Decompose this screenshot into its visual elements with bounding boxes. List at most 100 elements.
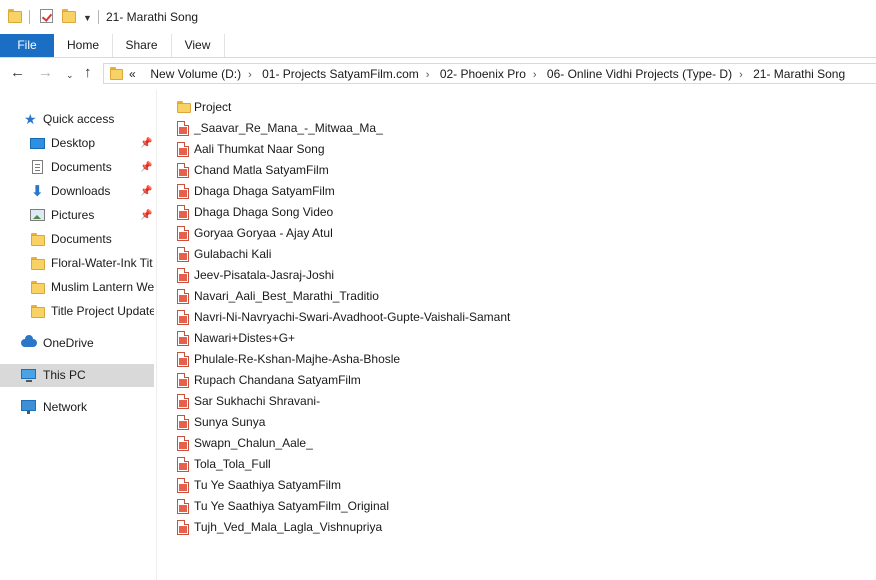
sidebar-item-this-pc[interactable]: This PC bbox=[0, 364, 154, 387]
breadcrumb-phoenix-pro[interactable]: 02- Phoenix Pro bbox=[440, 67, 526, 81]
sidebar-item-downloads[interactable]: ⬇ Downloads 📌 bbox=[0, 180, 154, 203]
sidebar-item-documents[interactable]: Documents 📌 bbox=[0, 156, 154, 179]
file-name: Tujh_Ved_Mala_Lagla_Vishnupriya bbox=[194, 520, 383, 534]
sidebar-item-title-project-update[interactable]: Title Project Update bbox=[0, 300, 154, 323]
sidebar-item-muslim-lantern[interactable]: Muslim Lantern We bbox=[0, 276, 154, 299]
file-name: Navri-Ni-Navryachi-Swari-Avadhoot-Gupte-… bbox=[194, 310, 511, 324]
breadcrumb-chevron-icon[interactable]: › bbox=[419, 69, 437, 81]
sidebar-item-desktop[interactable]: Desktop 📌 bbox=[0, 132, 154, 155]
address-bar[interactable]: « New Volume (D:) › 01- Projects SatyamFi… bbox=[103, 63, 876, 84]
downloads-icon: ⬇ bbox=[31, 183, 44, 200]
pdf-file-icon bbox=[177, 352, 189, 367]
sidebar-item-label: OneDrive bbox=[43, 336, 94, 350]
navigation-bar: ← → ⌄ ↑ « New Volume (D:) › 01- Projects … bbox=[0, 58, 876, 90]
customize-toolbar-arrow-icon[interactable]: ▼ bbox=[83, 13, 92, 23]
window-title: 21- Marathi Song bbox=[106, 10, 199, 24]
folder-icon bbox=[31, 281, 45, 294]
pictures-icon bbox=[30, 209, 45, 221]
pdf-file-icon bbox=[177, 310, 189, 325]
pdf-file-icon bbox=[177, 163, 189, 178]
sidebar-item-network[interactable]: Network bbox=[0, 396, 154, 419]
pin-icon[interactable]: 📌 bbox=[140, 156, 152, 179]
breadcrumb-chevron-icon[interactable]: › bbox=[526, 69, 544, 81]
sidebar-item-label: Documents bbox=[51, 232, 112, 246]
sidebar-item-label: This PC bbox=[43, 368, 86, 382]
network-icon bbox=[21, 400, 36, 414]
breadcrumb-overflow[interactable]: « bbox=[129, 67, 136, 81]
file-name: Sunya Sunya bbox=[194, 415, 266, 429]
sidebar-item-floral-water-ink[interactable]: Floral-Water-Ink Tit bbox=[0, 252, 154, 275]
up-arrow-icon[interactable]: ↑ bbox=[84, 65, 92, 81]
file-name: Navari_Aali_Best_Marathi_Traditio bbox=[194, 289, 379, 303]
sidebar-item-label: Desktop bbox=[51, 136, 96, 150]
breadcrumb-current-folder[interactable]: 21- Marathi Song bbox=[753, 67, 845, 81]
sidebar-item-onedrive[interactable]: OneDrive bbox=[0, 332, 154, 355]
pdf-file-icon bbox=[177, 415, 189, 430]
ribbon-tabs: File Home Share View bbox=[0, 34, 876, 58]
recent-locations-chevron-icon[interactable]: ⌄ bbox=[66, 67, 74, 83]
toolbar-separator bbox=[29, 10, 30, 24]
star-icon: ★ bbox=[24, 111, 37, 127]
pin-icon[interactable]: 📌 bbox=[140, 204, 152, 227]
breadcrumb-online-vidhi[interactable]: 06- Online Vidhi Projects (Type- D) bbox=[547, 67, 732, 81]
file-name: Rupach Chandana SatyamFilm bbox=[194, 373, 361, 387]
folder-icon bbox=[31, 305, 45, 318]
file-name: Chand Matla SatyamFilm bbox=[194, 163, 329, 177]
file-name: Goryaa Goryaa - Ajay Atul bbox=[194, 226, 333, 240]
pdf-file-icon bbox=[177, 457, 189, 472]
tab-file[interactable]: File bbox=[0, 34, 54, 57]
folder-icon bbox=[31, 257, 45, 270]
file-name: Tu Ye Saathiya SatyamFilm_Original bbox=[194, 499, 389, 513]
pdf-file-icon bbox=[177, 184, 189, 199]
tab-share[interactable]: Share bbox=[112, 34, 172, 57]
forward-arrow-icon[interactable]: → bbox=[38, 65, 53, 81]
sidebar-item-label: Title Project Update bbox=[51, 304, 154, 318]
address-folder-icon bbox=[110, 67, 123, 80]
sidebar-item-label: Documents bbox=[51, 160, 112, 174]
back-arrow-icon[interactable]: ← bbox=[10, 65, 25, 81]
sidebar-item-label: Downloads bbox=[51, 184, 111, 198]
breadcrumb-chevron-icon[interactable]: › bbox=[241, 69, 259, 81]
tab-home[interactable]: Home bbox=[54, 34, 113, 57]
toolbar-separator bbox=[98, 10, 99, 24]
navigation-pane: ★ Quick access Desktop 📌 Documents 📌 ⬇ D… bbox=[0, 90, 157, 580]
onedrive-cloud-icon bbox=[21, 335, 37, 347]
file-name: Tola_Tola_Full bbox=[194, 457, 271, 471]
sidebar-item-quick-access[interactable]: ★ Quick access bbox=[0, 108, 154, 131]
breadcrumb-new-volume[interactable]: New Volume (D:) bbox=[150, 67, 241, 81]
pdf-file-icon bbox=[177, 478, 189, 493]
documents-icon bbox=[32, 160, 43, 174]
pdf-file-icon bbox=[177, 520, 189, 535]
window-folder-icon bbox=[8, 9, 22, 23]
pin-icon[interactable]: 📌 bbox=[140, 132, 152, 155]
file-name: Dhaga Dhaga SatyamFilm bbox=[194, 184, 335, 198]
sidebar-item-recent-documents[interactable]: Documents bbox=[0, 228, 154, 251]
desktop-icon bbox=[30, 138, 45, 149]
tab-view[interactable]: View bbox=[171, 34, 225, 57]
pdf-file-icon bbox=[177, 205, 189, 220]
file-name: Swapn_Chalun_Aale_ bbox=[194, 436, 313, 450]
pdf-file-icon bbox=[177, 289, 189, 304]
file-name: Dhaga Dhaga Song Video bbox=[194, 205, 334, 219]
file-name: Tu Ye Saathiya SatyamFilm bbox=[194, 478, 341, 492]
file-name: Project bbox=[194, 100, 232, 114]
pdf-file-icon bbox=[177, 394, 189, 409]
pin-icon[interactable]: 📌 bbox=[140, 180, 152, 203]
breadcrumb-chevron-icon[interactable]: › bbox=[732, 69, 750, 81]
breadcrumb: « New Volume (D:) › 01- Projects SatyamFi… bbox=[129, 67, 845, 81]
properties-icon[interactable] bbox=[40, 9, 53, 23]
new-folder-icon[interactable] bbox=[62, 9, 76, 23]
sidebar-item-label: Muslim Lantern We bbox=[51, 280, 154, 294]
pdf-file-icon bbox=[177, 121, 189, 136]
file-name: Aali Thumkat Naar Song bbox=[194, 142, 325, 156]
sidebar-item-label: Pictures bbox=[51, 208, 95, 222]
sidebar-item-pictures[interactable]: Pictures 📌 bbox=[0, 204, 154, 227]
title-bar: ▼ 21- Marathi Song bbox=[0, 0, 876, 34]
pdf-file-icon bbox=[177, 373, 189, 388]
breadcrumb-projects[interactable]: 01- Projects SatyamFilm.com bbox=[262, 67, 419, 81]
folder-icon bbox=[31, 233, 45, 246]
sidebar-item-label: Floral-Water-Ink Tit bbox=[51, 256, 153, 270]
pdf-file-icon bbox=[177, 247, 189, 262]
file-name: Phulale-Re-Kshan-Majhe-Asha-Bhosle bbox=[194, 352, 401, 366]
file-name: _Saavar_Re_Mana_-_Mitwaa_Ma_ bbox=[194, 121, 383, 135]
